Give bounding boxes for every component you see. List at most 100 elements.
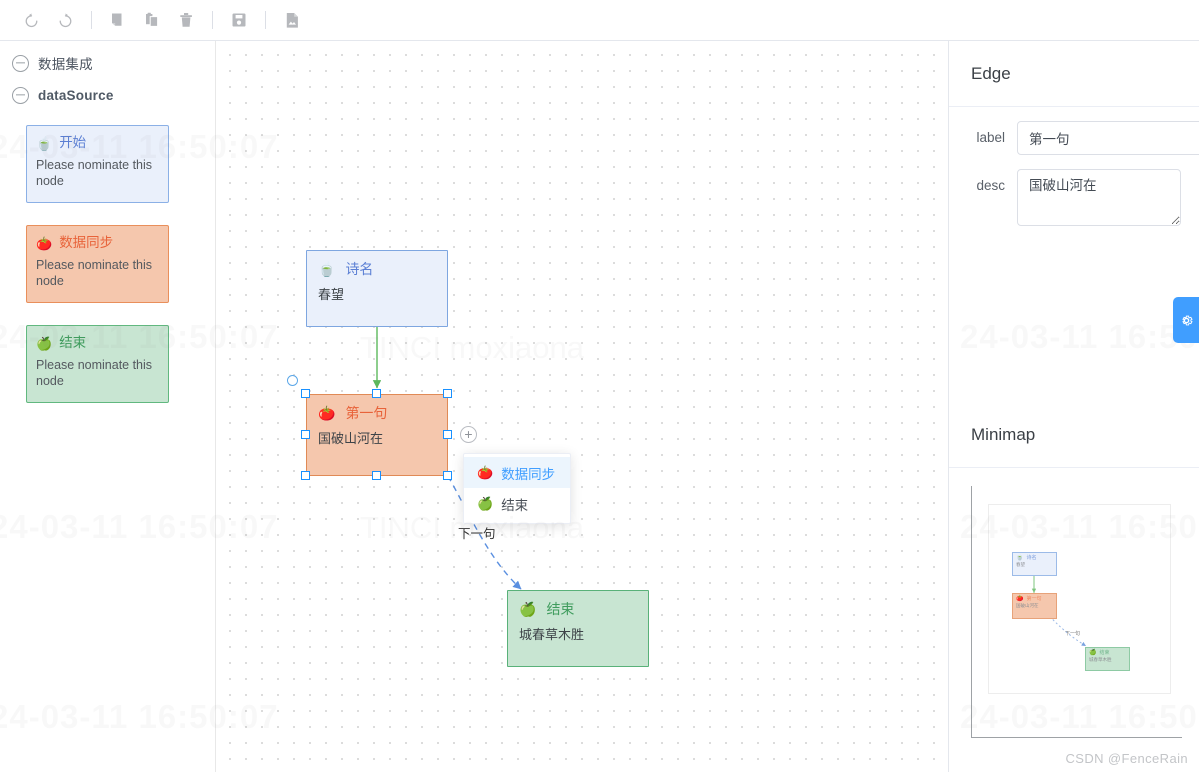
resize-handle-n[interactable] — [372, 389, 381, 398]
tree-item-label: 数据集成 — [38, 57, 93, 72]
minimap-node-title: 诗名 — [1026, 554, 1037, 561]
bowl-icon: 🍵 — [1016, 555, 1024, 561]
paste-button[interactable] — [135, 5, 169, 35]
minimap-panel-title: Minimap — [949, 402, 1199, 468]
canvas-node-header: 🍵 诗名 — [318, 259, 437, 279]
export-image-button[interactable] — [275, 5, 309, 35]
palette-node-start[interactable]: 🍵 开始 Please nominate this node — [26, 125, 169, 203]
copy-button[interactable] — [101, 5, 135, 35]
redo-icon — [59, 13, 71, 27]
minimap-node-title: 第一句 — [1026, 595, 1042, 602]
green-apple-icon: 🍏 — [1089, 650, 1097, 656]
minimap-node-header: 🍵 诗名 — [1016, 555, 1054, 561]
undo-icon — [25, 13, 37, 27]
gear-icon — [1181, 315, 1193, 325]
export-image-icon — [286, 12, 298, 28]
floppy-disk-icon — [232, 13, 246, 27]
undo-button[interactable] — [14, 5, 48, 35]
minus-circle-icon[interactable] — [12, 86, 29, 104]
delete-button[interactable] — [169, 5, 203, 35]
edge-panel-title: Edge — [949, 41, 1199, 107]
left-sidebar: 数据集成 dataSource 🍵 开始 Please nominate thi… — [0, 41, 216, 772]
canvas-node-poem-title[interactable]: 🍵 诗名 春望 — [306, 250, 448, 327]
edge-label-input[interactable] — [1017, 121, 1199, 155]
bowl-icon: 🍵 — [36, 135, 53, 151]
palette-node-end[interactable]: 🍏 结束 Please nominate this node — [26, 325, 169, 403]
toolbar-divider-3 — [265, 11, 266, 29]
edge-desc-row: desc — [949, 155, 1199, 226]
minimap-node-desc: 城春草木胜 — [1089, 657, 1112, 662]
connection-port[interactable] — [287, 375, 298, 386]
palette-node-desc: Please nominate this node — [36, 258, 153, 288]
minimap-node-desc: 春望 — [1016, 562, 1025, 567]
tomato-icon: 🍅 — [477, 465, 494, 480]
right-sidebar: Edge label desc Minimap — [948, 41, 1199, 772]
toolbar-divider-2 — [212, 11, 213, 29]
minimap-node-desc: 国破山河在 — [1016, 603, 1039, 608]
palette-node-title: 结束 — [59, 335, 87, 351]
resize-handle-s[interactable] — [372, 471, 381, 480]
resize-handle-nw[interactable] — [301, 389, 310, 398]
node-type-dropdown[interactable]: 🍅 数据同步 🍏 结束 — [463, 453, 571, 524]
minimap-frame[interactable]: 🍵 诗名 春望 🍅 第一句 国破山河在 🍏 结束 城春草木胜 下一句 — [971, 486, 1182, 738]
canvas-node-header: 🍅 第一句 — [318, 403, 437, 423]
flow-canvas[interactable]: 🍵 诗名 春望 🍅 第一句 国破山河在 + 🍅 数据同步 🍏 结束 下一句 🍏 … — [216, 41, 948, 772]
tree-item-数据集成[interactable]: 数据集成 — [0, 49, 215, 77]
resize-handle-e[interactable] — [443, 430, 452, 439]
settings-drawer-toggle[interactable] — [1173, 297, 1199, 343]
app-root: 数据集成 dataSource 🍵 开始 Please nominate thi… — [0, 0, 1199, 772]
canvas-node-title: 结束 — [546, 601, 575, 617]
toolbar-divider-1 — [91, 11, 92, 29]
tree-item-dataSource[interactable]: dataSource — [0, 81, 215, 109]
dropdown-item-end[interactable]: 🍏 结束 — [464, 488, 570, 519]
resize-handle-ne[interactable] — [443, 389, 452, 398]
green-apple-icon: 🍏 — [477, 496, 494, 511]
tomato-icon: 🍅 — [318, 405, 336, 421]
canvas-node-title: 诗名 — [345, 261, 374, 277]
green-apple-icon: 🍏 — [36, 335, 53, 351]
palette-node-datasync[interactable]: 🍅 数据同步 Please nominate this node — [26, 225, 169, 303]
palette-node-header: 🍏 结束 — [36, 333, 160, 353]
save-button[interactable] — [222, 5, 256, 35]
copy-icon — [112, 13, 122, 26]
edge-label-field-label: label — [976, 130, 1005, 145]
canvas-node-header: 🍏 结束 — [519, 599, 638, 619]
resize-handle-se[interactable] — [443, 471, 452, 480]
minimap-node-first-line: 🍅 第一句 国破山河在 — [1012, 593, 1057, 619]
tomato-icon: 🍅 — [1016, 596, 1024, 602]
palette-node-desc: Please nominate this node — [36, 358, 153, 388]
minimap-viewport[interactable]: 🍵 诗名 春望 🍅 第一句 国破山河在 🍏 结束 城春草木胜 下一句 — [988, 504, 1171, 694]
edge-desc-textarea[interactable] — [1017, 169, 1181, 226]
minimap-node-title: 结束 — [1099, 649, 1110, 656]
tree-item-label: dataSource — [38, 87, 114, 103]
canvas-node-desc: 城春草木胜 — [519, 627, 585, 642]
node-palette: 🍵 开始 Please nominate this node 🍅 数据同步 Pl… — [0, 125, 215, 403]
trash-icon — [179, 12, 192, 27]
palette-node-header: 🍵 开始 — [36, 133, 160, 153]
minimap-node-header: 🍅 第一句 — [1016, 596, 1054, 602]
canvas-node-first-line[interactable]: 🍅 第一句 国破山河在 — [306, 394, 448, 476]
toolbar — [0, 0, 1199, 41]
edge-label-row: label — [949, 107, 1199, 155]
palette-node-desc: Please nominate this node — [36, 158, 153, 188]
palette-node-title: 数据同步 — [59, 235, 114, 251]
palette-node-header: 🍅 数据同步 — [36, 233, 160, 253]
canvas-node-desc: 春望 — [318, 287, 345, 302]
dropdown-item-label: 数据同步 — [501, 466, 556, 482]
minimap-panel: Minimap 🍵 诗名 春望 🍅 第一句 国破山河在 🍏 结束 城春草木胜 下… — [949, 402, 1199, 738]
resize-handle-w[interactable] — [301, 430, 310, 439]
minimap-edge-label: 下一句 — [1065, 631, 1081, 637]
bowl-icon: 🍵 — [318, 261, 336, 277]
palette-node-title: 开始 — [59, 135, 87, 151]
dropdown-item-datasync[interactable]: 🍅 数据同步 — [464, 457, 570, 488]
green-apple-icon: 🍏 — [519, 601, 537, 617]
add-next-node-button[interactable]: + — [460, 426, 477, 443]
canvas-node-end[interactable]: 🍏 结束 城春草木胜 — [507, 590, 649, 667]
canvas-node-title: 第一句 — [345, 405, 388, 421]
edge-label-next-line[interactable]: 下一句 — [458, 523, 496, 542]
minimap-node-poem-title: 🍵 诗名 春望 — [1012, 552, 1057, 576]
paste-icon — [145, 12, 158, 27]
redo-button[interactable] — [48, 5, 82, 35]
minus-circle-icon[interactable] — [12, 54, 29, 72]
resize-handle-sw[interactable] — [301, 471, 310, 480]
